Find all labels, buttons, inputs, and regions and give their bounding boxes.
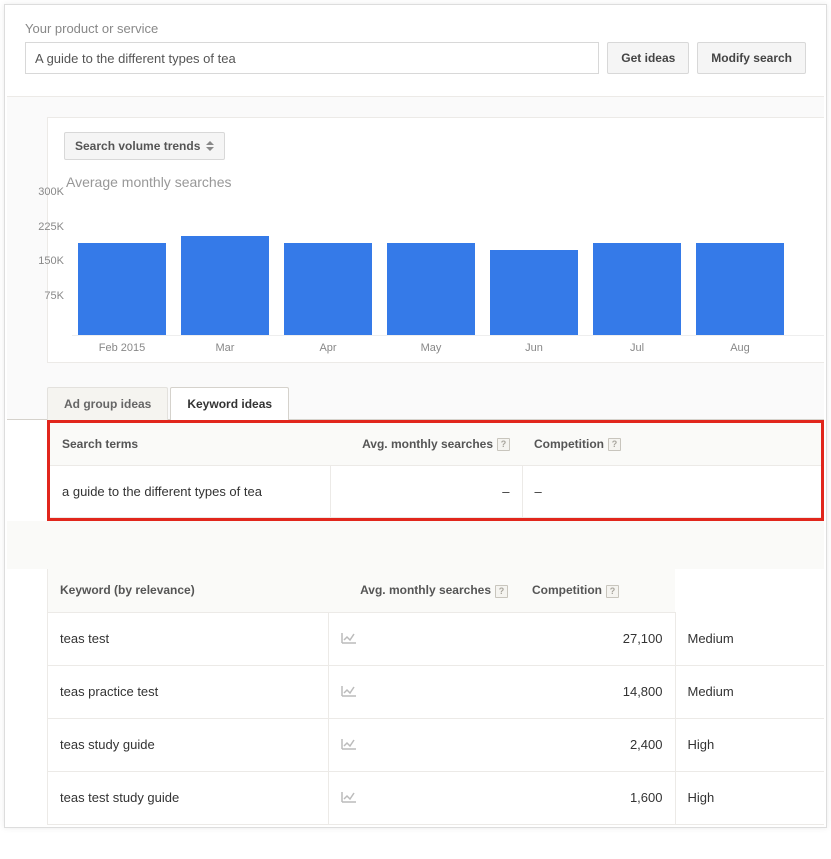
- chart-bars: [72, 194, 824, 336]
- keyword-ideas-table: Keyword (by relevance) Avg. monthly sear…: [48, 569, 824, 824]
- chart-y-axis: 300K225K150K75K: [64, 194, 72, 336]
- cell-avg: 2,400: [520, 718, 675, 771]
- help-icon[interactable]: ?: [497, 438, 510, 451]
- table-row: teas practice test 14,800Medium: [48, 665, 824, 718]
- x-tick-label: Jun: [490, 342, 578, 354]
- chart-icon: [341, 737, 357, 753]
- chart-bar[interactable]: [593, 243, 681, 335]
- help-icon[interactable]: ?: [495, 585, 508, 598]
- search-terms-highlight: Search terms Avg. monthly searches? Comp…: [47, 420, 824, 521]
- cell-keyword: teas test: [48, 612, 328, 665]
- trends-dropdown-label: Search volume trends: [75, 139, 200, 153]
- search-label: Your product or service: [25, 21, 806, 36]
- cell-avg: 14,800: [520, 665, 675, 718]
- chart-bar[interactable]: [696, 243, 784, 335]
- chart-x-axis: Feb 2015 Mar Apr May Jun Jul Aug: [72, 336, 824, 354]
- x-tick-label: Aug: [696, 342, 784, 354]
- sort-icon: [206, 141, 214, 151]
- x-tick-label: May: [387, 342, 475, 354]
- th-avg-monthly-2[interactable]: Avg. monthly searches?: [328, 569, 520, 612]
- cell-competition: –: [522, 466, 821, 518]
- trends-dropdown[interactable]: Search volume trends: [64, 132, 225, 160]
- th-search-terms[interactable]: Search terms: [50, 423, 330, 466]
- cell-keyword: teas practice test: [48, 665, 328, 718]
- table-row: teas study guide 2,400High: [48, 718, 824, 771]
- search-terms-table: Search terms Avg. monthly searches? Comp…: [50, 423, 821, 518]
- spacer: [7, 521, 824, 569]
- table-row: teas test 27,100Medium: [48, 612, 824, 665]
- modify-search-button[interactable]: Modify search: [697, 42, 806, 74]
- help-icon[interactable]: ?: [608, 438, 621, 451]
- cell-keyword: teas study guide: [48, 718, 328, 771]
- chart-bar[interactable]: [78, 243, 166, 335]
- th-keyword[interactable]: Keyword (by relevance): [48, 569, 328, 612]
- help-icon[interactable]: ?: [606, 585, 619, 598]
- th-competition-2[interactable]: Competition?: [520, 569, 675, 612]
- chart-icon: [341, 790, 357, 806]
- chart-panel: Search volume trends Average monthly sea…: [47, 117, 824, 363]
- table-row: a guide to the different types of tea – …: [50, 466, 821, 518]
- table-row: teas test study guide 1,600High: [48, 771, 824, 824]
- chart-bar[interactable]: [181, 236, 269, 335]
- cell-competition: High: [675, 718, 824, 771]
- cell-chart-icon[interactable]: [328, 771, 520, 824]
- x-tick-label: Apr: [284, 342, 372, 354]
- cell-keyword: teas test study guide: [48, 771, 328, 824]
- tab-keyword-ideas[interactable]: Keyword ideas: [170, 387, 289, 420]
- chart-title: Average monthly searches: [66, 174, 824, 190]
- cell-competition: High: [675, 771, 824, 824]
- x-tick-label: Jul: [593, 342, 681, 354]
- chart-bar[interactable]: [387, 243, 475, 335]
- cell-avg: –: [330, 466, 522, 518]
- chart-bar[interactable]: [490, 250, 578, 335]
- x-tick-label: Mar: [181, 342, 269, 354]
- chart-bar[interactable]: [284, 243, 372, 335]
- cell-chart-icon[interactable]: [328, 612, 520, 665]
- th-avg-monthly[interactable]: Avg. monthly searches?: [330, 423, 522, 466]
- th-competition[interactable]: Competition?: [522, 423, 821, 466]
- cell-chart-icon[interactable]: [328, 665, 520, 718]
- get-ideas-button[interactable]: Get ideas: [607, 42, 689, 74]
- cell-competition: Medium: [675, 612, 824, 665]
- cell-competition: Medium: [675, 665, 824, 718]
- cell-term: a guide to the different types of tea: [50, 466, 330, 518]
- x-tick-label: Feb 2015: [78, 342, 166, 354]
- cell-avg: 1,600: [520, 771, 675, 824]
- cell-avg: 27,100: [520, 612, 675, 665]
- cell-chart-icon[interactable]: [328, 718, 520, 771]
- tab-ad-group-ideas[interactable]: Ad group ideas: [47, 387, 168, 420]
- search-input[interactable]: [25, 42, 599, 74]
- chart-icon: [341, 684, 357, 700]
- chart-icon: [341, 631, 357, 647]
